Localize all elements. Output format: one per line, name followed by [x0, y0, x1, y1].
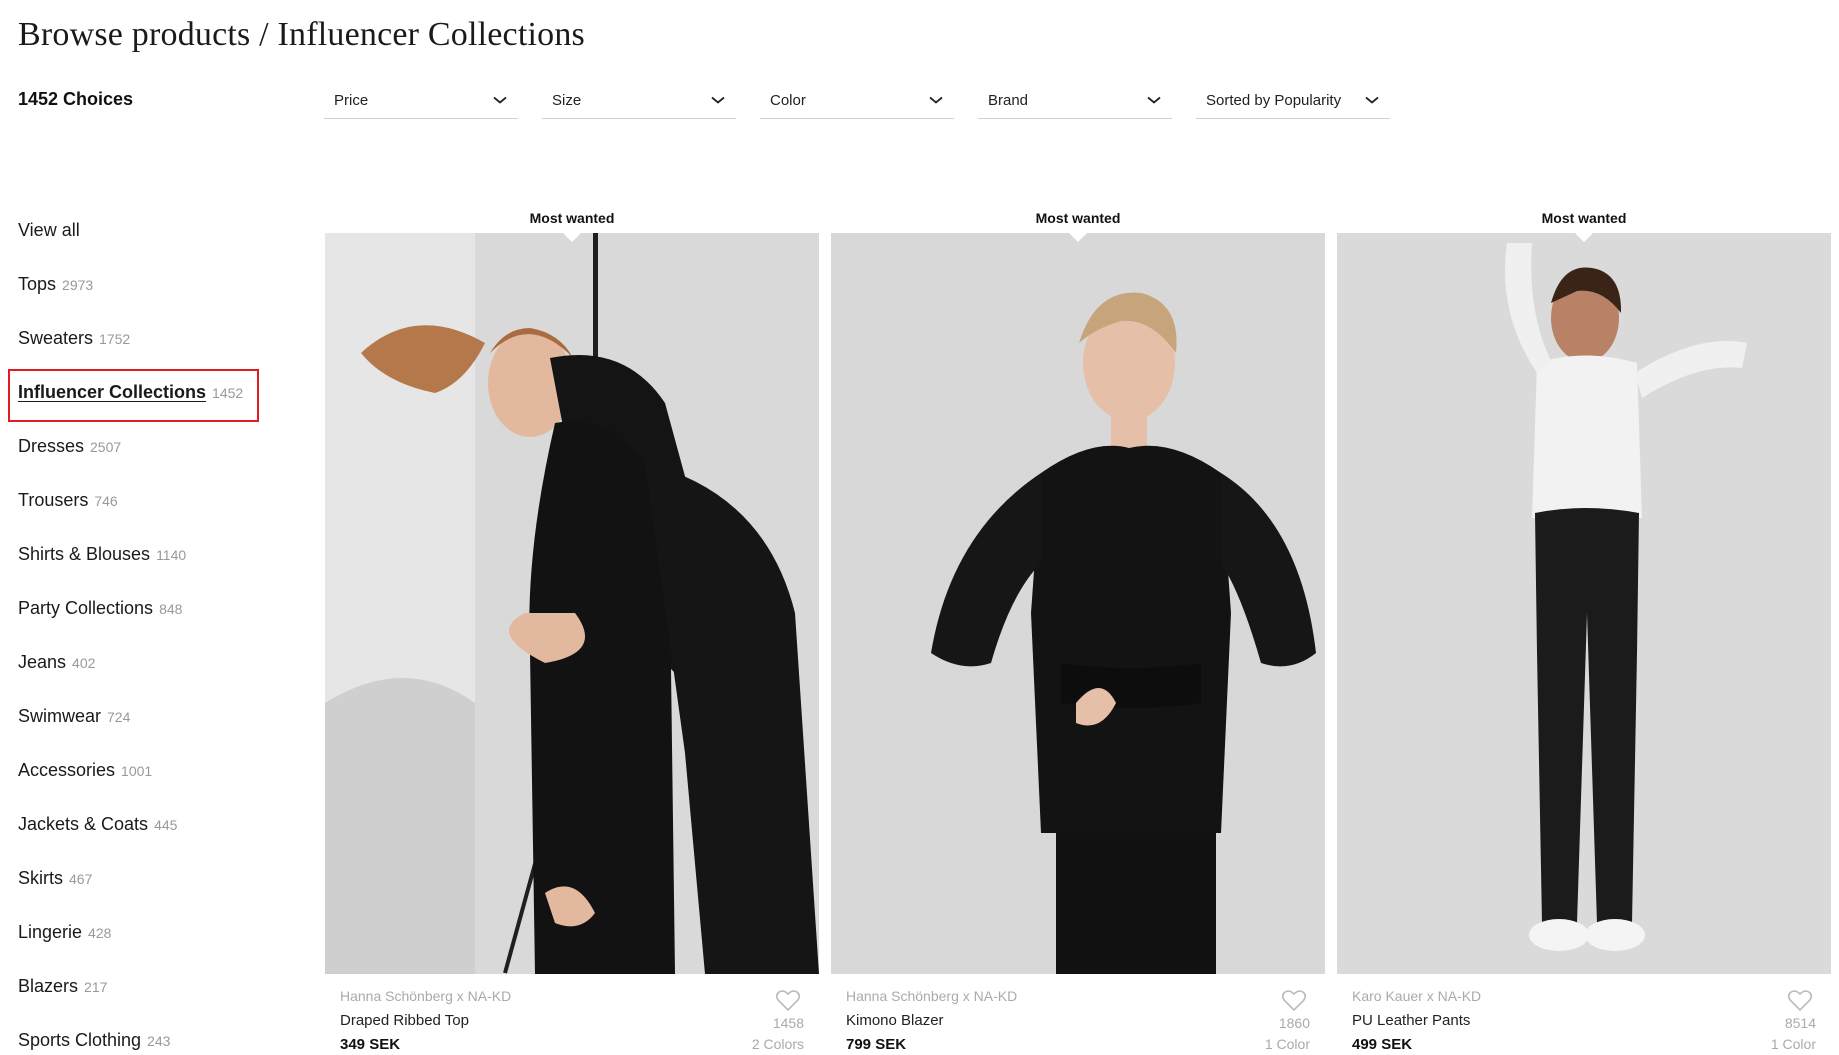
- category-name: Sweaters: [18, 328, 94, 348]
- price-filter-dropdown[interactable]: Price: [324, 86, 518, 119]
- badge-pointer: [1069, 233, 1087, 242]
- sidebar-item-jeans[interactable]: Jeans 402: [18, 652, 95, 673]
- product-brand: Hanna Schönberg x NA-KD: [340, 988, 512, 1004]
- sort-dropdown[interactable]: Sorted by Popularity: [1196, 86, 1390, 119]
- category-name: Shirts & Blouses: [18, 544, 151, 564]
- most-wanted-badge: Most wanted: [529, 210, 615, 226]
- category-name: Sports Clothing: [18, 1030, 142, 1050]
- category-count: 243: [147, 1033, 171, 1049]
- category-count: 848: [159, 601, 183, 617]
- filter-label: Color: [770, 92, 806, 109]
- size-filter-dropdown[interactable]: Size: [542, 86, 736, 119]
- filter-label: Brand: [988, 92, 1029, 109]
- heart-icon[interactable]: [775, 989, 801, 1013]
- category-count: 1752: [99, 331, 131, 347]
- product-name[interactable]: PU Leather Pants: [1352, 1012, 1470, 1029]
- most-wanted-badge: Most wanted: [1541, 210, 1627, 226]
- product-image[interactable]: [325, 233, 819, 974]
- category-count: 746: [94, 493, 118, 509]
- most-wanted-badge: Most wanted: [1035, 210, 1121, 226]
- color-filter-dropdown[interactable]: Color: [760, 86, 954, 119]
- badge-pointer: [1575, 233, 1593, 242]
- page-title: Browse products / Influencer Collections: [18, 16, 585, 53]
- sidebar-item-jackets-coats[interactable]: Jackets & Coats 445: [18, 814, 177, 835]
- category-name: Party Collections: [18, 598, 154, 618]
- category-name: Lingerie: [18, 922, 83, 942]
- category-count: 2973: [62, 277, 94, 293]
- category-count: 402: [72, 655, 96, 671]
- chevron-down-icon: [492, 92, 508, 108]
- colors-count: 1 Color: [1264, 1036, 1310, 1052]
- category-name: Swimwear: [18, 706, 102, 726]
- sidebar-item-sweaters[interactable]: Sweaters 1752: [18, 328, 130, 349]
- sidebar-item-swimwear[interactable]: Swimwear 724: [18, 706, 130, 727]
- sidebar-item-skirts[interactable]: Skirts 467: [18, 868, 92, 889]
- badge-pointer: [563, 233, 581, 242]
- category-count: 2507: [90, 439, 122, 455]
- filter-label: Sorted by Popularity: [1206, 92, 1342, 109]
- product-brand: Karo Kauer x NA-KD: [1352, 988, 1482, 1004]
- sidebar-item-shirts-blouses[interactable]: Shirts & Blouses 1140: [18, 544, 186, 565]
- sidebar-item-accessories[interactable]: Accessories 1001: [18, 760, 152, 781]
- likes-count: 1458: [772, 1015, 804, 1031]
- category-name: Accessories: [18, 760, 116, 780]
- likes-count: 8514: [1784, 1015, 1816, 1031]
- sidebar-item-dresses[interactable]: Dresses 2507: [18, 436, 121, 457]
- product-price: 799 SEK: [846, 1036, 907, 1053]
- category-name: Tops: [18, 274, 57, 294]
- likes-count: 1860: [1278, 1015, 1310, 1031]
- heart-icon[interactable]: [1787, 989, 1813, 1013]
- heart-icon[interactable]: [1281, 989, 1307, 1013]
- sidebar-item-lingerie[interactable]: Lingerie 428: [18, 922, 111, 943]
- sidebar-item-blazers[interactable]: Blazers 217: [18, 976, 107, 997]
- sidebar-item-tops[interactable]: Tops 2973: [18, 274, 93, 295]
- category-name: Jeans: [18, 652, 67, 672]
- category-name: View all: [18, 220, 80, 240]
- category-name: Influencer Collections: [18, 382, 207, 402]
- colors-count: 1 Color: [1770, 1036, 1816, 1052]
- category-count: 217: [84, 979, 108, 995]
- sidebar-item-sports-clothing[interactable]: Sports Clothing 243: [18, 1030, 170, 1051]
- sidebar-item-trousers[interactable]: Trousers 746: [18, 490, 118, 511]
- product-price: 499 SEK: [1352, 1036, 1413, 1053]
- category-count: 724: [107, 709, 131, 725]
- category-name: Skirts: [18, 868, 63, 888]
- category-name: Trousers: [18, 490, 89, 510]
- filter-label: Size: [552, 92, 582, 109]
- category-name: Jackets & Coats: [18, 814, 149, 834]
- category-count: 467: [69, 871, 93, 887]
- category-name: Dresses: [18, 436, 85, 456]
- category-name: Blazers: [18, 976, 79, 996]
- sidebar-item-influencer-collections[interactable]: Influencer Collections 1452: [18, 382, 243, 403]
- chevron-down-icon: [1146, 92, 1162, 108]
- category-count: 428: [88, 925, 112, 941]
- product-brand: Hanna Schönberg x NA-KD: [846, 988, 1018, 1004]
- product-price: 349 SEK: [340, 1036, 401, 1053]
- chevron-down-icon: [710, 92, 726, 108]
- chevron-down-icon: [1364, 92, 1380, 108]
- colors-count: 2 Colors: [751, 1036, 804, 1052]
- sidebar-item-party-collections[interactable]: Party Collections 848: [18, 598, 182, 619]
- chevron-down-icon: [928, 92, 944, 108]
- category-count: 1001: [121, 763, 153, 779]
- brand-filter-dropdown[interactable]: Brand: [978, 86, 1172, 119]
- category-count: 1452: [212, 385, 244, 401]
- category-count: 1140: [156, 547, 187, 563]
- product-name[interactable]: Draped Ribbed Top: [340, 1012, 469, 1029]
- sidebar-item-view-all[interactable]: View all: [18, 220, 80, 241]
- choices-count: 1452 Choices: [18, 89, 134, 109]
- product-image[interactable]: [1337, 233, 1831, 974]
- product-name[interactable]: Kimono Blazer: [846, 1012, 944, 1029]
- filter-label: Price: [334, 92, 369, 109]
- product-image[interactable]: [831, 233, 1325, 974]
- category-count: 445: [154, 817, 178, 833]
